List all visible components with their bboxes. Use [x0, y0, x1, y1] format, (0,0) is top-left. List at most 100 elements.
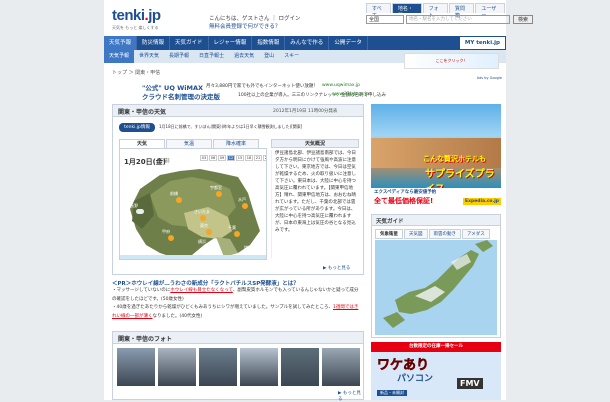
- search-input[interactable]: 地名・駅名を入力してください: [406, 15, 510, 24]
- pr-text: ・マッサージしていないのにホウレイ線も目立たなくなって、副腎皮質ホルモンでも入っ…: [112, 287, 362, 321]
- subnav-item[interactable]: 日直予報士: [194, 50, 229, 63]
- my-tenki-button[interactable]: MY tenki.jp: [458, 36, 506, 50]
- city-label[interactable]: 甲府: [162, 229, 170, 235]
- city-label[interactable]: 銚子: [244, 245, 252, 251]
- subnav-item[interactable]: 天気予報: [104, 50, 135, 63]
- text-ad-title[interactable]: クラウド名刺管理の決定版: [142, 91, 220, 101]
- sunny-icon: [176, 197, 182, 203]
- more-link[interactable]: ▶ もっと見る: [323, 265, 350, 271]
- pr-title[interactable]: ＜PR＞ホウレイ線が…うわさの新成分「ラクトバチルスSP発酵液」とは？: [112, 279, 299, 287]
- forecast-tabs: 天気 気温 降水確率: [119, 139, 260, 148]
- tab-satellite[interactable]: 気象衛星: [375, 229, 403, 239]
- time-slot[interactable]: 24: [263, 155, 266, 161]
- time-slot[interactable]: 09: [218, 155, 226, 161]
- photo-thumbnail[interactable]: [158, 348, 196, 386]
- area-select[interactable]: 全国: [366, 15, 404, 24]
- city-label[interactable]: 千葉: [228, 225, 236, 231]
- subnav-item[interactable]: 過去天気: [229, 50, 259, 63]
- text-ad-desc: 月々3,880円で家でも外でもインターネット使い放題！: [206, 84, 318, 89]
- photo-thumbnail[interactable]: [117, 348, 155, 386]
- tab-rain-radar[interactable]: 雨雲の動き: [428, 229, 461, 239]
- photo-thumbnail[interactable]: [322, 348, 360, 386]
- tab-temperature[interactable]: 気温: [166, 139, 212, 148]
- time-slot[interactable]: 03: [200, 155, 208, 161]
- text-ad-url[interactable]: www.33lab.co.jp: [332, 92, 369, 97]
- tenki-guide-title: 天気ガイド: [376, 219, 404, 225]
- tenki-guide-tabs: 気象衛星 天気図 雨雲の動き アメダス: [375, 229, 491, 239]
- nav-item-guide[interactable]: 天気ガイド: [170, 36, 209, 50]
- expedia-ad[interactable]: こんな贅沢ホテルも サプライズプライス エクスペディアなら最安値予約 全て最低価…: [371, 104, 501, 209]
- pc-ad[interactable]: 台数限定の在庫一掃セール ワケあり パソコン FMV 新品・未開封: [371, 342, 501, 400]
- search-tab[interactable]: 質問箱: [448, 3, 475, 19]
- nav-item-leisure[interactable]: レジャー情報: [209, 36, 253, 50]
- nav-item-community[interactable]: みんなで作る: [285, 36, 330, 50]
- search-button[interactable]: 検索: [513, 15, 533, 24]
- main-nav: 天気予報 防災情報 天気ガイド レジャー情報 指数情報 みんなで作る 公開データ…: [104, 36, 506, 50]
- forecast-map[interactable]: 1月20日(金) [午前] 03 06 09 12 15 18 21 24 前橋: [119, 148, 267, 260]
- sunny-icon: [200, 215, 206, 221]
- city-label[interactable]: 長野: [130, 203, 138, 209]
- subnav-item[interactable]: 世界天気: [134, 50, 164, 63]
- cloud-icon: [136, 209, 144, 214]
- subnav-item[interactable]: 長期予報: [164, 50, 194, 63]
- time-slot[interactable]: 12: [227, 155, 235, 161]
- city-label[interactable]: 宇都宮: [210, 185, 222, 191]
- pr-line: ・マッサージしていないのにホウレイ線も目立たなくなって、副腎皮質ホルモンでも入っ…: [112, 288, 359, 302]
- ad-line: 新品・未開封: [377, 390, 407, 396]
- register-link[interactable]: 無料会員登録で何ができる？: [209, 22, 280, 30]
- search-tabs: すべて 地名・駅 フォト 質問箱 ユーザー: [366, 3, 506, 19]
- city-label[interactable]: 東京: [200, 223, 208, 229]
- subnav-item[interactable]: スキー: [279, 50, 304, 63]
- sunny-icon: [168, 235, 174, 241]
- sunny-icon: [242, 203, 248, 209]
- satellite-map[interactable]: [375, 240, 497, 335]
- map-period: [午前]: [157, 159, 170, 164]
- weather-box: 関東・甲信の天気 2012年1月19日 11時00分発表 tenki.jp情報 …: [112, 104, 364, 275]
- ad-line: エクスペディアなら最安値予約: [374, 190, 437, 195]
- tenki-info-badge: tenki.jp情報: [119, 123, 155, 132]
- summary-text: 伊豆諸島北部、伊豆諸島南部では、今日夕方から明日にかけて強風や高波に注意して下さ…: [271, 150, 359, 258]
- more-link[interactable]: ▶ もっと見る: [338, 390, 363, 402]
- nav-item-disaster[interactable]: 防災情報: [137, 36, 171, 50]
- subnav-item[interactable]: 登山: [259, 50, 279, 63]
- search-tab[interactable]: すべて: [366, 3, 391, 19]
- tab-weather-chart[interactable]: 天気図: [404, 229, 428, 239]
- breadcrumb[interactable]: トップ ＞ 関東・甲信: [112, 69, 160, 76]
- ad-top-banner: 台数限定の在庫一掃セール: [371, 342, 501, 352]
- header-banner-ad[interactable]: ここをクリック！: [404, 53, 499, 69]
- time-slot[interactable]: 18: [245, 155, 253, 161]
- tab-precipitation[interactable]: 降水確率: [213, 139, 259, 148]
- ad-subheadline: パソコン: [397, 374, 434, 384]
- japan-map: [383, 240, 493, 328]
- tenki-info-text[interactable]: 1月18日に前橋で、すいぼん(関東)(昨年よりは1日早く積雪観測しました)[関東…: [159, 124, 302, 130]
- photo-thumbnail[interactable]: [240, 348, 278, 386]
- tab-amedas[interactable]: アメダス: [462, 229, 490, 239]
- nav-item-index[interactable]: 指数情報: [252, 36, 286, 50]
- ads-by-google[interactable]: Ads by Google: [477, 76, 502, 80]
- photo-box-title: 関東・甲信のフォト: [118, 336, 173, 343]
- fmv-logo: FMV: [457, 378, 483, 389]
- photo-thumbnail[interactable]: [281, 348, 319, 386]
- summary-title: 天気概況: [271, 139, 359, 148]
- page: tenki.jp 天気を もっと 楽しくする こんにちは、ゲストさん ｜ ログイ…: [104, 0, 533, 402]
- search-tab[interactable]: ユーザー: [475, 3, 505, 19]
- pr-line: ・40歳を過ぎたあたりから乾燥がひどくもみあうちにシワが増えていました。サンプル…: [112, 305, 359, 319]
- time-slot[interactable]: 06: [209, 155, 217, 161]
- time-slot[interactable]: 21: [254, 155, 262, 161]
- city-label[interactable]: 前橋: [170, 191, 178, 197]
- nav-item-forecast[interactable]: 天気予報: [104, 36, 138, 50]
- expedia-logo: Expedia.co.jp: [463, 198, 501, 205]
- search-tab[interactable]: フォト: [422, 3, 448, 19]
- tenki-logo[interactable]: tenki.jp: [112, 7, 161, 24]
- city-label[interactable]: 横浜: [198, 239, 206, 245]
- forecast-datetime: 2012年1月19日 11時00分発表: [273, 109, 338, 114]
- text-ad-url[interactable]: www.uqwimax.jp: [322, 83, 360, 88]
- search-tab[interactable]: 地名・駅: [391, 3, 422, 19]
- nav-item-data[interactable]: 公開データ: [329, 36, 368, 50]
- tab-weather[interactable]: 天気: [119, 139, 165, 148]
- search-row: 全国 地名・駅名を入力してください 検索: [366, 15, 533, 24]
- greeting[interactable]: こんにちは、ゲストさん ｜ ログイン: [209, 14, 301, 22]
- photo-thumbnail[interactable]: [199, 348, 237, 386]
- pr-highlight-link[interactable]: ホウレイ線も目立たなくなって: [170, 288, 233, 293]
- time-slot[interactable]: 15: [236, 155, 244, 161]
